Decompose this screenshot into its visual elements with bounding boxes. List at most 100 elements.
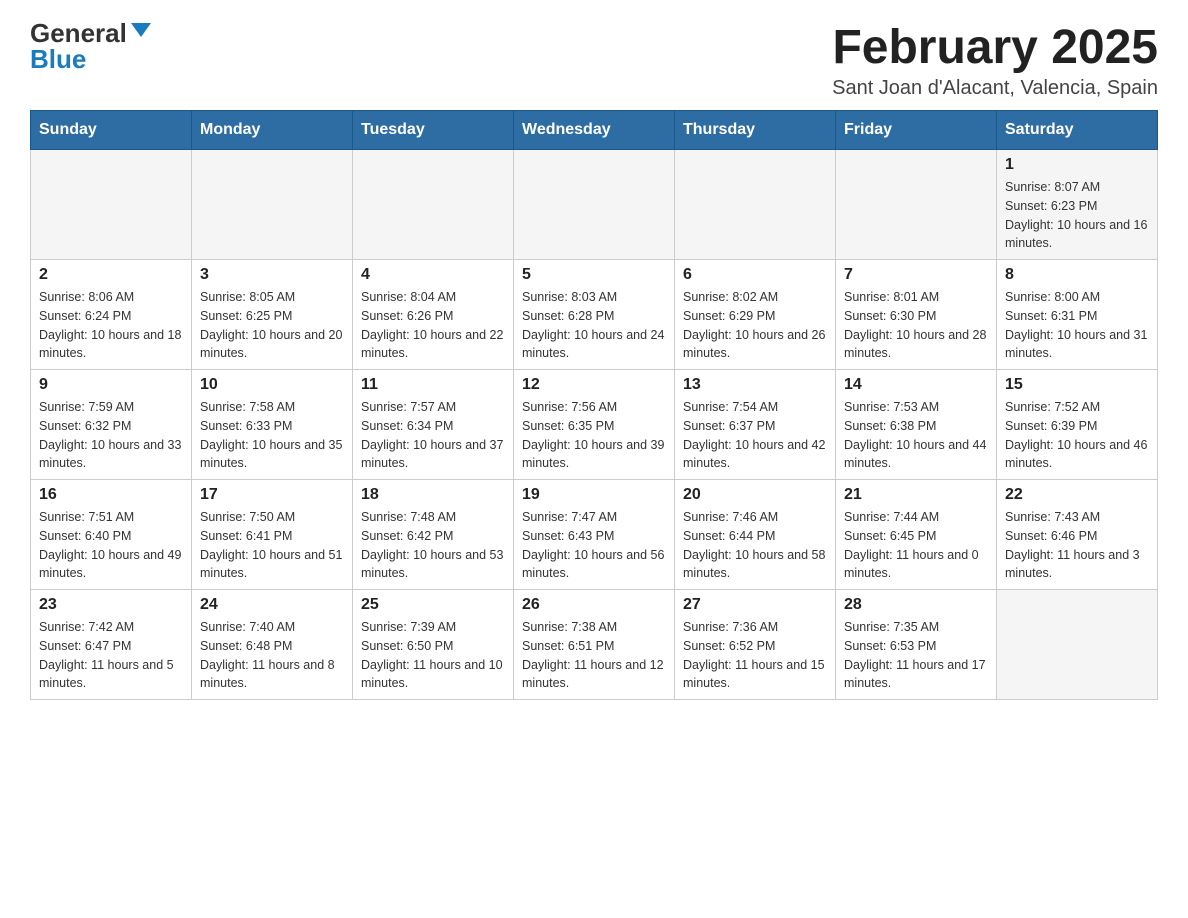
daylight-text: Daylight: 10 hours and 56 minutes. [522, 546, 666, 584]
sunrise-text: Sunrise: 7:51 AM [39, 508, 183, 527]
calendar-cell: 4Sunrise: 8:04 AMSunset: 6:26 PMDaylight… [353, 260, 514, 370]
sunrise-text: Sunrise: 7:36 AM [683, 618, 827, 637]
daylight-text: Daylight: 10 hours and 18 minutes. [39, 326, 183, 364]
calendar-cell: 17Sunrise: 7:50 AMSunset: 6:41 PMDayligh… [192, 480, 353, 590]
daylight-text: Daylight: 11 hours and 10 minutes. [361, 656, 505, 694]
day-info: Sunrise: 7:51 AMSunset: 6:40 PMDaylight:… [39, 508, 183, 583]
daylight-text: Daylight: 10 hours and 37 minutes. [361, 436, 505, 474]
calendar-cell: 25 Sunrise: 7:39 AMSunset: 6:50 PMDayligh… [353, 590, 514, 700]
day-number: 21 [844, 486, 988, 504]
calendar-cell: 8Sunrise: 8:00 AMSunset: 6:31 PMDaylight… [997, 260, 1158, 370]
sunset-text: Sunset: 6:29 PM [683, 307, 827, 326]
sunrise-text: Sunrise: 7:53 AM [844, 398, 988, 417]
day-info: Sunrise: 8:00 AMSunset: 6:31 PMDaylight:… [1005, 288, 1149, 363]
calendar-cell: 14 Sunrise: 7:53 AMSunset: 6:38 PMDayligh… [836, 370, 997, 480]
sunset-text: Sunset: 6:28 PM [522, 307, 666, 326]
calendar-cell: 11Sunrise: 7:57 AMSunset: 6:34 PMDayligh… [353, 370, 514, 480]
sunset-text: Sunset: 6:23 PM [1005, 197, 1149, 216]
logo-general-text: General [30, 20, 127, 46]
day-number: 5 [522, 266, 666, 284]
logo: General Blue [30, 20, 151, 72]
sunset-text: Sunset: 6:30 PM [844, 307, 988, 326]
calendar-week-5: 23Sunrise: 7:42 AMSunset: 6:47 PMDayligh… [31, 590, 1158, 700]
calendar-cell [997, 590, 1158, 700]
col-friday: Friday [836, 111, 997, 150]
daylight-text: Daylight: 10 hours and 20 minutes. [200, 326, 344, 364]
sunrise-text: Sunrise: 7:48 AM [361, 508, 505, 527]
day-info: Sunrise: 8:03 AMSunset: 6:28 PMDaylight:… [522, 288, 666, 363]
col-monday: Monday [192, 111, 353, 150]
sunrise-text: Sunrise: 7:56 AM [522, 398, 666, 417]
col-sunday: Sunday [31, 111, 192, 150]
sunrise-text: Sunrise: 8:01 AM [844, 288, 988, 307]
day-info: Sunrise: 7:42 AMSunset: 6:47 PMDaylight:… [39, 618, 183, 693]
calendar-cell [31, 150, 192, 260]
calendar-cell [836, 150, 997, 260]
col-tuesday: Tuesday [353, 111, 514, 150]
sunset-text: Sunset: 6:50 PM [361, 637, 505, 656]
day-number: 18 [361, 486, 505, 504]
daylight-text: Daylight: 10 hours and 22 minutes. [361, 326, 505, 364]
calendar-cell [192, 150, 353, 260]
day-info: Sunrise: 7:58 AMSunset: 6:33 PMDaylight:… [200, 398, 344, 473]
calendar-cell: 15Sunrise: 7:52 AMSunset: 6:39 PMDayligh… [997, 370, 1158, 480]
sunrise-text: Sunrise: 7:43 AM [1005, 508, 1149, 527]
day-info: Sunrise: 8:06 AMSunset: 6:24 PMDaylight:… [39, 288, 183, 363]
daylight-text: Daylight: 10 hours and 39 minutes. [522, 436, 666, 474]
day-number: 25 [361, 596, 505, 614]
day-info: Sunrise: 8:04 AMSunset: 6:26 PMDaylight:… [361, 288, 505, 363]
day-number: 20 [683, 486, 827, 504]
daylight-text: Daylight: 10 hours and 26 minutes. [683, 326, 827, 364]
sunset-text: Sunset: 6:45 PM [844, 527, 988, 546]
daylight-text: Daylight: 10 hours and 35 minutes. [200, 436, 344, 474]
calendar-cell [675, 150, 836, 260]
day-info: Sunrise: 7:56 AMSunset: 6:35 PMDaylight:… [522, 398, 666, 473]
day-number: 22 [1005, 486, 1149, 504]
day-info: Sunrise: 7:54 AMSunset: 6:37 PMDaylight:… [683, 398, 827, 473]
sunrise-text: Sunrise: 7:54 AM [683, 398, 827, 417]
day-number: 2 [39, 266, 183, 284]
day-info: Sunrise: 7:52 AMSunset: 6:39 PMDaylight:… [1005, 398, 1149, 473]
day-number: 28 [844, 596, 988, 614]
day-number: 26 [522, 596, 666, 614]
day-number: 11 [361, 376, 505, 394]
sunrise-text: Sunrise: 7:38 AM [522, 618, 666, 637]
sunrise-text: Sunrise: 7:58 AM [200, 398, 344, 417]
day-number: 14 [844, 376, 988, 394]
sunset-text: Sunset: 6:24 PM [39, 307, 183, 326]
sunset-text: Sunset: 6:37 PM [683, 417, 827, 436]
title-block: February 2025 Sant Joan d'Alacant, Valen… [832, 20, 1158, 100]
daylight-text: Daylight: 11 hours and 3 minutes. [1005, 546, 1149, 584]
daylight-text: Daylight: 10 hours and 51 minutes. [200, 546, 344, 584]
day-info: Sunrise: 7:59 AMSunset: 6:32 PMDaylight:… [39, 398, 183, 473]
daylight-text: Daylight: 10 hours and 58 minutes. [683, 546, 827, 584]
day-info: Sunrise: 7:44 AMSunset: 6:45 PMDaylight:… [844, 508, 988, 583]
sunrise-text: Sunrise: 8:04 AM [361, 288, 505, 307]
sunset-text: Sunset: 6:33 PM [200, 417, 344, 436]
sunrise-text: Sunrise: 8:07 AM [1005, 178, 1149, 197]
day-info: Sunrise: 7:43 AMSunset: 6:46 PMDaylight:… [1005, 508, 1149, 583]
sunrise-text: Sunrise: 8:06 AM [39, 288, 183, 307]
calendar-cell: 2 Sunrise: 8:06 AMSunset: 6:24 PMDaylight… [31, 260, 192, 370]
day-info: Sunrise: 8:01 AMSunset: 6:30 PMDaylight:… [844, 288, 988, 363]
calendar-table: Sunday Monday Tuesday Wednesday Thursday… [30, 110, 1158, 700]
day-info: Sunrise: 7:53 AMSunset: 6:38 PMDaylight:… [844, 398, 988, 473]
sunset-text: Sunset: 6:34 PM [361, 417, 505, 436]
daylight-text: Daylight: 11 hours and 0 minutes. [844, 546, 988, 584]
day-number: 16 [39, 486, 183, 504]
calendar-cell: 10Sunrise: 7:58 AMSunset: 6:33 PMDayligh… [192, 370, 353, 480]
calendar-cell: 3Sunrise: 8:05 AMSunset: 6:25 PMDaylight… [192, 260, 353, 370]
col-thursday: Thursday [675, 111, 836, 150]
page-header: General Blue February 2025 Sant Joan d'A… [30, 20, 1158, 100]
sunset-text: Sunset: 6:31 PM [1005, 307, 1149, 326]
calendar-week-3: 9Sunrise: 7:59 AMSunset: 6:32 PMDaylight… [31, 370, 1158, 480]
day-info: Sunrise: 7:38 AMSunset: 6:51 PMDaylight:… [522, 618, 666, 693]
day-info: Sunrise: 7:39 AMSunset: 6:50 PMDaylight:… [361, 618, 505, 693]
sunrise-text: Sunrise: 7:39 AM [361, 618, 505, 637]
day-number: 19 [522, 486, 666, 504]
calendar-cell: 28Sunrise: 7:35 AMSunset: 6:53 PMDayligh… [836, 590, 997, 700]
sunset-text: Sunset: 6:43 PM [522, 527, 666, 546]
daylight-text: Daylight: 10 hours and 24 minutes. [522, 326, 666, 364]
day-number: 12 [522, 376, 666, 394]
day-number: 27 [683, 596, 827, 614]
